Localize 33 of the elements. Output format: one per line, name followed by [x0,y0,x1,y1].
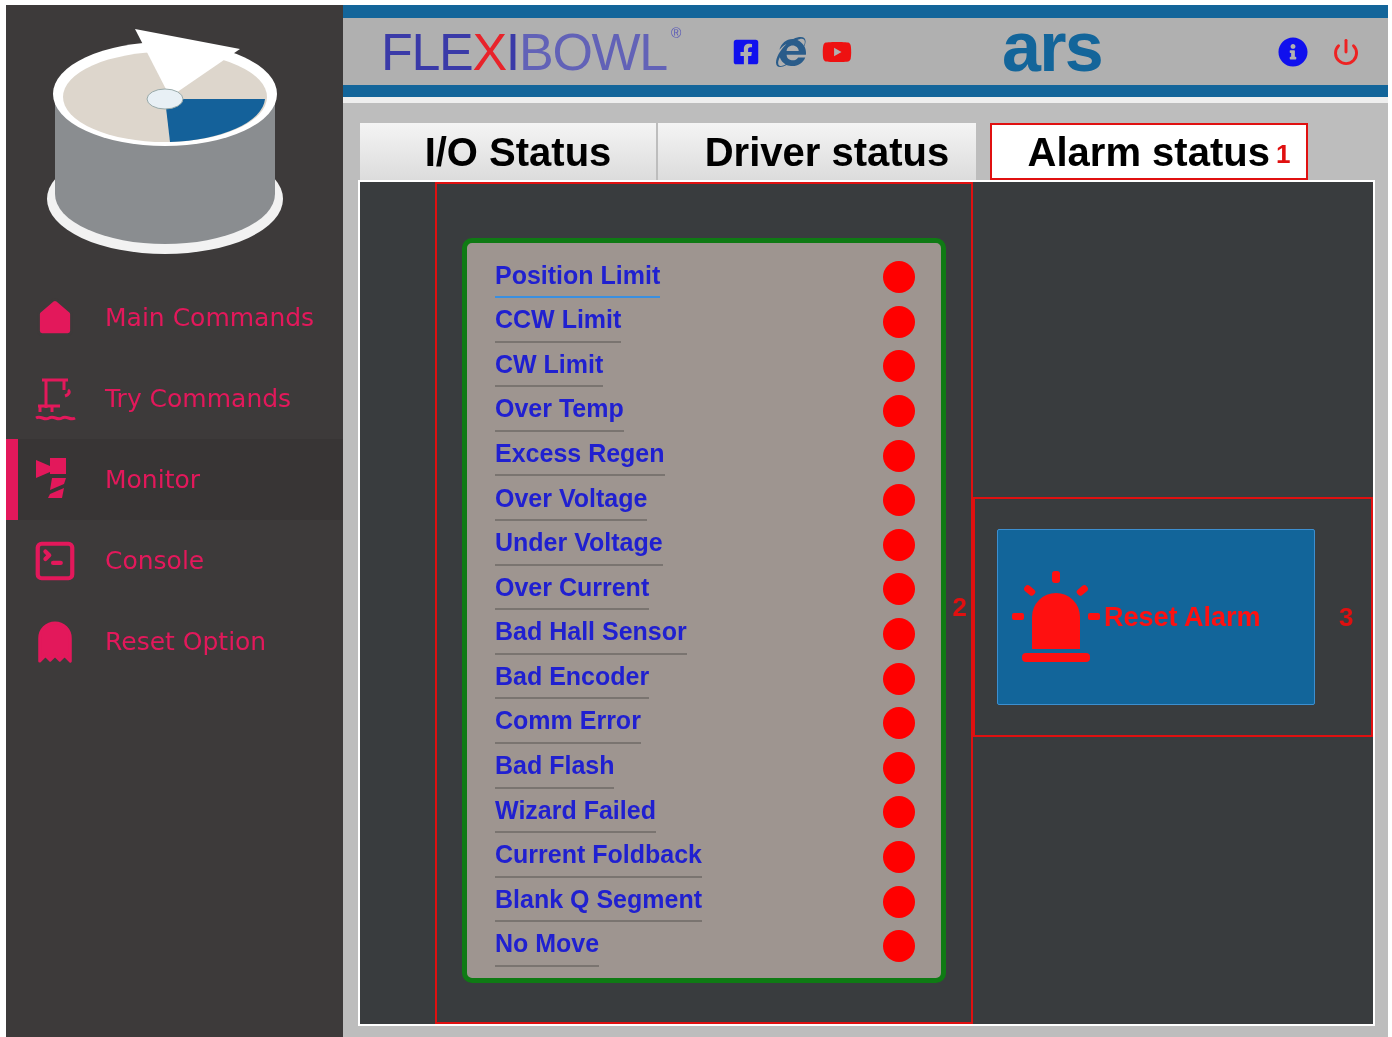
alarm-label[interactable]: Over Voltage [495,479,648,521]
sidebar-item[interactable]: Monitor [6,439,343,520]
power-icon[interactable] [1332,37,1360,66]
tab[interactable]: Alarm status 1 [990,123,1308,180]
alarm-label[interactable]: Wizard Failed [495,791,656,834]
facebook-icon[interactable] [731,37,760,66]
annotation-number: 3 [1339,600,1354,634]
alarm-label[interactable]: Position Limit [495,256,661,299]
sidebar-item[interactable]: Main Commands [6,277,343,358]
alarm-label[interactable]: Current Foldback [495,836,702,878]
flexibowl-logo: FLEXIBOWL® [381,25,680,78]
alarm-label[interactable]: Bad Flash [495,747,615,789]
alarm-label[interactable]: Over Temp [495,390,624,432]
sidebar-item[interactable]: Try Commands [6,358,343,439]
tab[interactable]: I/O Status [360,123,656,180]
browser-icon[interactable] [775,36,806,67]
annotation-number: 2 [952,591,967,624]
alarm-label[interactable]: CW Limit [495,345,604,388]
annotation-number: 1 [1275,138,1291,171]
alarm-label[interactable]: No Move [495,925,600,967]
sidebar-item[interactable]: Reset Option [6,601,343,682]
alarm-label[interactable]: Excess Regen [495,434,665,477]
alarm-label[interactable]: CCW Limit [495,301,622,343]
alarm-label[interactable]: Over Current [495,568,650,611]
alarm-label[interactable]: Bad Encoder [495,657,650,700]
alarm-label[interactable]: Under Voltage [495,524,663,566]
alarm-label[interactable]: Blank Q Segment [495,880,702,923]
sidebar-item[interactable]: Console [6,520,343,601]
info-icon[interactable] [1278,36,1308,67]
alarm-label[interactable]: Comm Error [495,702,641,744]
brand-logo: ars [1001,11,1102,82]
tab[interactable]: Driver status [658,123,976,180]
alarm-label[interactable]: Bad Hall Sensor [495,613,687,655]
